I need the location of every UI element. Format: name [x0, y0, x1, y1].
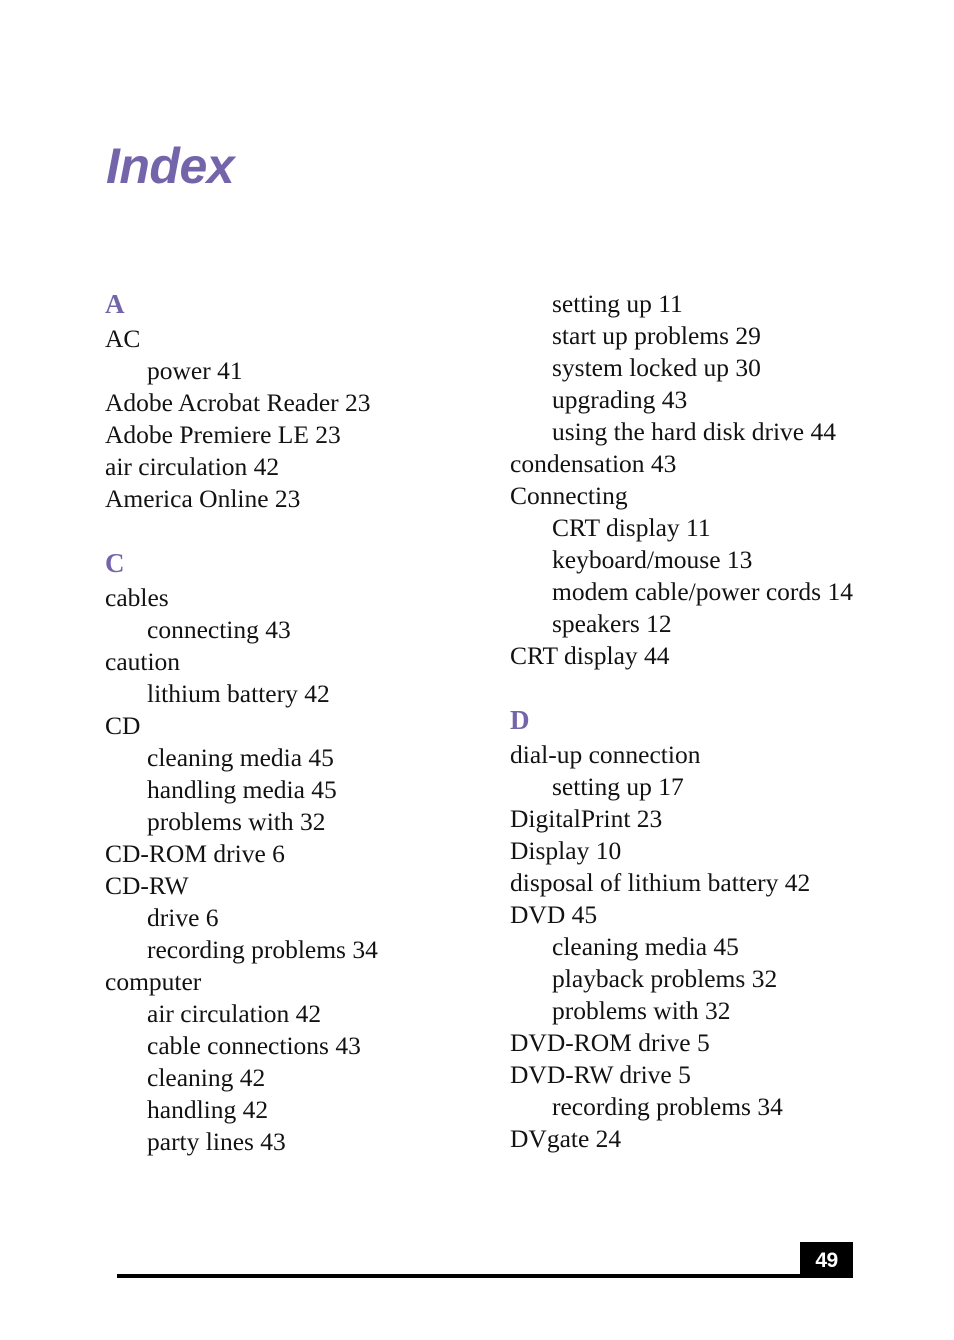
- index-entry: CD-RW: [105, 871, 189, 900]
- index-subentry: CRT display 11: [552, 513, 711, 542]
- index-entry: air circulation 42: [105, 452, 280, 481]
- index-column-right: setting up 11 start up problems 29 system …: [510, 288, 910, 1155]
- index-subentry: keyboard/mouse 13: [552, 545, 753, 574]
- index-section: setting up 11 start up problems 29 system …: [510, 288, 910, 672]
- index-subentry: problems with 32: [147, 807, 326, 836]
- index-entry: DVD-ROM drive 5: [510, 1028, 710, 1057]
- index-entry: AC: [105, 324, 141, 353]
- index-entry: DVgate 24: [510, 1124, 622, 1153]
- index-entry: DVD 45: [510, 900, 598, 929]
- index-subentry: recording problems 34: [147, 935, 378, 964]
- index-entry: America Online 23: [105, 484, 301, 513]
- index-subentry: cleaning media 45: [552, 932, 739, 961]
- index-section: Ddial-up connection setting up 17 DigitalP…: [510, 704, 910, 1155]
- index-section: A AC power 41 Adobe Acrobat Reader 23 Adobe …: [105, 288, 505, 515]
- index-subentry: problems with 32: [552, 996, 731, 1025]
- index-subentry: modem cable/power cords 14: [552, 577, 853, 606]
- index-entry: dial-up connection: [510, 740, 701, 769]
- index-entry: CRT display 44: [510, 641, 670, 670]
- page-number: 49: [815, 1248, 838, 1272]
- index-subentry: cleaning media 45: [147, 743, 334, 772]
- index-body: A AC power 41 Adobe Acrobat Reader 23 Adobe …: [0, 288, 954, 1188]
- index-entry: cables: [105, 583, 169, 612]
- index-subentry: handling 42: [147, 1095, 269, 1124]
- index-section: Ccables connecting 43 caution lithium batte…: [105, 547, 505, 1158]
- index-entry: Connecting: [510, 481, 628, 510]
- index-subentry: setting up 17: [552, 772, 684, 801]
- index-entry: disposal of lithium battery 42: [510, 868, 811, 897]
- index-subentry: playback problems 32: [552, 964, 778, 993]
- index-subentry: speakers 12: [552, 609, 672, 638]
- section-letter-heading: C: [105, 548, 125, 578]
- index-entry: condensation 43: [510, 449, 677, 478]
- index-entry: computer: [105, 967, 202, 996]
- index-subentry: air circulation 42: [147, 999, 322, 1028]
- page-title: Index: [106, 137, 235, 194]
- index-subentry: start up problems 29: [552, 321, 761, 350]
- index-subentry: upgrading 43: [552, 385, 688, 414]
- page-footer: 49: [0, 1240, 954, 1300]
- index-entry: DigitalPrint 23: [510, 804, 663, 833]
- index-entry: CD: [105, 711, 141, 740]
- index-entry: Adobe Premiere LE 23: [105, 420, 341, 449]
- index-subentry: recording problems 34: [552, 1092, 783, 1121]
- index-subentry: setting up 11: [552, 289, 683, 318]
- index-column-left: A AC power 41 Adobe Acrobat Reader 23 Adobe …: [105, 288, 505, 1158]
- index-entry: Adobe Acrobat Reader 23: [105, 388, 371, 417]
- index-entry: Display 10: [510, 836, 622, 865]
- section-letter-heading: D: [510, 705, 530, 735]
- index-subentry: cable connections 43: [147, 1031, 361, 1060]
- index-subentry: using the hard disk drive 44: [552, 417, 836, 446]
- index-subentry: connecting 43: [147, 615, 291, 644]
- index-subentry: handling media 45: [147, 775, 337, 804]
- index-entry: CD-ROM drive 6: [105, 839, 285, 868]
- index-entry: caution: [105, 647, 181, 676]
- index-page: Index A AC power 41 Adobe Acrobat Reader 23…: [0, 0, 954, 1340]
- index-subentry: drive 6: [147, 903, 219, 932]
- index-subentry: party lines 43: [147, 1127, 286, 1156]
- index-subentry: system locked up 30: [552, 353, 761, 382]
- footer-rule: [117, 1274, 817, 1278]
- index-subentry: power 41: [147, 356, 243, 385]
- index-subentry: cleaning 42: [147, 1063, 266, 1092]
- section-letter-heading: A: [105, 289, 125, 319]
- index-entry: DVD-RW drive 5: [510, 1060, 691, 1089]
- index-subentry: lithium battery 42: [147, 679, 330, 708]
- page-number-badge: 49: [800, 1242, 853, 1278]
